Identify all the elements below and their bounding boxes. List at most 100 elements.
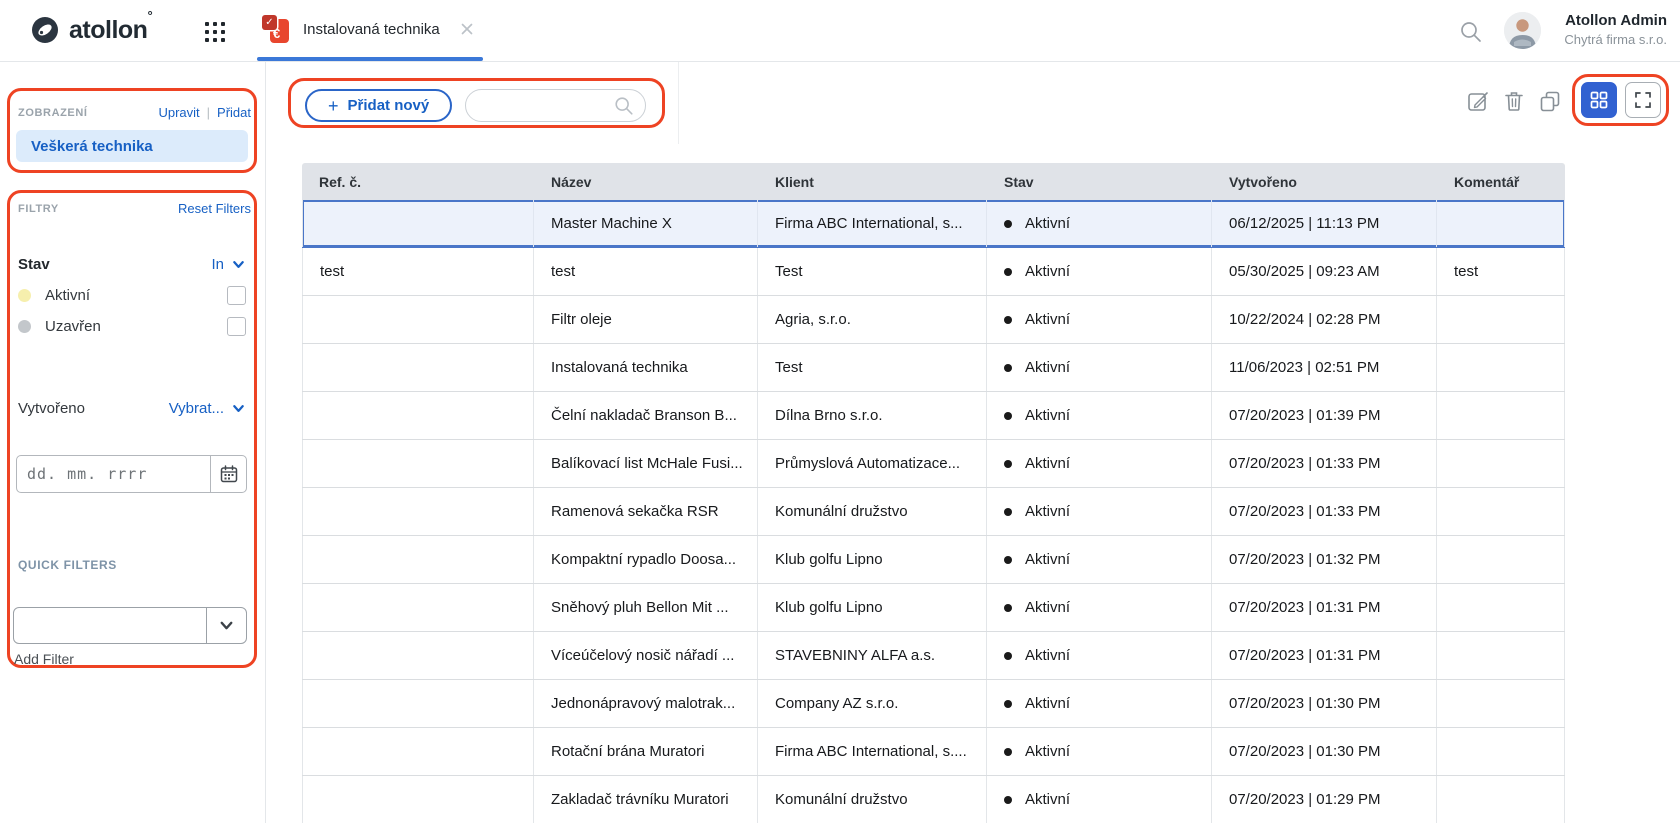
- cell-vytvoreno: 07/20/2023 | 01:32 PM: [1212, 536, 1437, 583]
- user-menu[interactable]: Atollon Admin Chytrá firma s.r.o.: [1564, 11, 1667, 48]
- tab-instalovana-technika[interactable]: € ✓ Instalovaná technika: [260, 13, 475, 45]
- invoice-document-icon: € ✓: [260, 13, 292, 45]
- reset-filters-link[interactable]: Reset Filters: [178, 201, 251, 216]
- table-row[interactable]: Víceúčelový nosič nářadí ...STAVEBNINY A…: [302, 632, 1565, 680]
- status-active-dot: [1004, 796, 1012, 804]
- tab-close-icon[interactable]: [459, 21, 475, 37]
- calendar-button[interactable]: [210, 456, 246, 492]
- user-company: Chytrá firma s.r.o.: [1564, 31, 1667, 48]
- column-header-nazev[interactable]: Název: [534, 174, 758, 190]
- cell-stav: Aktivní: [987, 344, 1212, 391]
- status-label: Aktivní: [1025, 647, 1070, 664]
- atollon-logo-icon: [30, 15, 60, 45]
- column-header-ref[interactable]: Ref. č.: [302, 174, 534, 190]
- column-header-stav[interactable]: Stav: [987, 174, 1212, 190]
- status-active-dot: [1004, 220, 1012, 228]
- table-row[interactable]: Ramenová sekačka RSRKomunální družstvoAk…: [302, 488, 1565, 536]
- table-row[interactable]: Sněhový pluh Bellon Mit ...Klub golfu Li…: [302, 584, 1565, 632]
- cell-komentar: [1437, 536, 1565, 583]
- vytvoreno-operator-dropdown[interactable]: Vybrat...: [169, 400, 246, 417]
- stav-filter-label: Stav: [18, 256, 50, 273]
- quick-filter-select[interactable]: [13, 607, 247, 644]
- status-active-dot: [1004, 268, 1012, 276]
- main-content: + Přidat nový: [266, 62, 1680, 823]
- table-row[interactable]: Rotační brána MuratoriFirma ABC Internat…: [302, 728, 1565, 776]
- status-label: Aktivní: [1025, 503, 1070, 520]
- column-header-komentar[interactable]: Komentář: [1437, 174, 1565, 190]
- cell-ref: [302, 728, 534, 775]
- vytvoreno-filter-label: Vytvořeno: [18, 400, 85, 417]
- cell-komentar: [1437, 488, 1565, 535]
- cell-stav: Aktivní: [987, 536, 1212, 583]
- status-active-dot: [1004, 364, 1012, 372]
- calendar-icon: [219, 464, 239, 484]
- status-label: Aktivní: [1025, 407, 1070, 424]
- chevron-down-icon: [206, 608, 246, 643]
- add-filter-link[interactable]: Add Filter: [14, 651, 74, 667]
- cell-nazev: Filtr oleje: [534, 296, 758, 343]
- column-header-vytvoreno[interactable]: Vytvořeno: [1212, 174, 1437, 190]
- table-row[interactable]: Filtr olejeAgria, s.r.o.Aktivní10/22/202…: [302, 296, 1565, 344]
- status-active-dot: [1004, 316, 1012, 324]
- table-row[interactable]: Balíkovací list McHale Fusi...Průmyslová…: [302, 440, 1565, 488]
- stav-operator-dropdown[interactable]: In: [211, 256, 246, 273]
- cell-vytvoreno: 07/20/2023 | 01:31 PM: [1212, 584, 1437, 631]
- table-row[interactable]: Instalovaná technikaTestAktivní11/06/202…: [302, 344, 1565, 392]
- cell-komentar: [1437, 344, 1565, 391]
- status-active-dot: [1004, 556, 1012, 564]
- duplicate-button[interactable]: [1538, 89, 1562, 113]
- table-row[interactable]: Jednonápravový malotrak...Company AZ s.r…: [302, 680, 1565, 728]
- plus-icon: +: [328, 97, 339, 115]
- user-avatar[interactable]: [1504, 12, 1541, 49]
- atollon-logo: atollon°: [30, 15, 152, 45]
- cell-klient: Company AZ s.r.o.: [758, 680, 987, 727]
- edit-views-link[interactable]: Upravit: [158, 105, 199, 120]
- cell-stav: Aktivní: [987, 632, 1212, 679]
- column-header-klient[interactable]: Klient: [758, 174, 987, 190]
- grid-view-button[interactable]: [1581, 82, 1617, 118]
- table-row[interactable]: Čelní nakladač Branson B...Dílna Brno s.…: [302, 392, 1565, 440]
- stav-uzavren-checkbox[interactable]: [227, 317, 246, 336]
- cell-vytvoreno: 07/20/2023 | 01:30 PM: [1212, 680, 1437, 727]
- cell-klient: Test: [758, 248, 987, 295]
- delete-button[interactable]: [1502, 89, 1526, 113]
- cell-ref: [302, 392, 534, 439]
- cell-vytvoreno: 07/20/2023 | 01:39 PM: [1212, 392, 1437, 439]
- cell-klient: Průmyslová Automatizace...: [758, 440, 987, 487]
- table-row[interactable]: Kompaktní rypadlo Doosa...Klub golfu Lip…: [302, 536, 1565, 584]
- cell-ref: test: [302, 248, 534, 295]
- cell-komentar: [1437, 392, 1565, 439]
- cell-komentar: [1437, 728, 1565, 775]
- link-separator: |: [207, 105, 210, 120]
- cell-vytvoreno: 06/12/2025 | 11:13 PM: [1212, 200, 1437, 247]
- status-label: Aktivní: [1025, 695, 1070, 712]
- add-new-button[interactable]: + Přidat nový: [305, 89, 452, 122]
- add-view-link[interactable]: Přidat: [217, 105, 251, 120]
- quick-filter-value: [14, 608, 206, 643]
- cell-nazev: Víceúčelový nosič nářadí ...: [534, 632, 758, 679]
- cell-stav: Aktivní: [987, 392, 1212, 439]
- stav-option-uzavren: Uzavřen: [18, 317, 246, 336]
- table-row[interactable]: Master Machine XFirma ABC International,…: [302, 200, 1565, 248]
- logo-degree: °: [147, 8, 152, 23]
- cell-klient: Klub golfu Lipno: [758, 536, 987, 583]
- cell-komentar: test: [1437, 248, 1565, 295]
- cell-nazev: Balíkovací list McHale Fusi...: [534, 440, 758, 487]
- status-label: Aktivní: [1025, 359, 1070, 376]
- table-row[interactable]: testtestTestAktivní05/30/2025 | 09:23 AM…: [302, 248, 1565, 296]
- list-search-input[interactable]: [480, 98, 613, 114]
- stav-aktivni-checkbox[interactable]: [227, 286, 246, 305]
- table-row[interactable]: Zakladač trávníku MuratoriKomunální druž…: [302, 776, 1565, 823]
- sidebar-item-veskera-technika[interactable]: Veškerá technika: [16, 130, 248, 162]
- stav-option-label: Aktivní: [45, 287, 90, 304]
- cell-stav: Aktivní: [987, 584, 1212, 631]
- apps-grid-button[interactable]: [203, 20, 227, 44]
- date-input[interactable]: [17, 456, 210, 492]
- edit-button[interactable]: [1466, 89, 1490, 113]
- cell-komentar: [1437, 632, 1565, 679]
- fullscreen-button[interactable]: [1625, 82, 1661, 118]
- cell-ref: [302, 440, 534, 487]
- global-search-icon[interactable]: [1458, 19, 1484, 45]
- cell-klient: Komunální družstvo: [758, 488, 987, 535]
- status-uzavren-dot: [18, 320, 31, 333]
